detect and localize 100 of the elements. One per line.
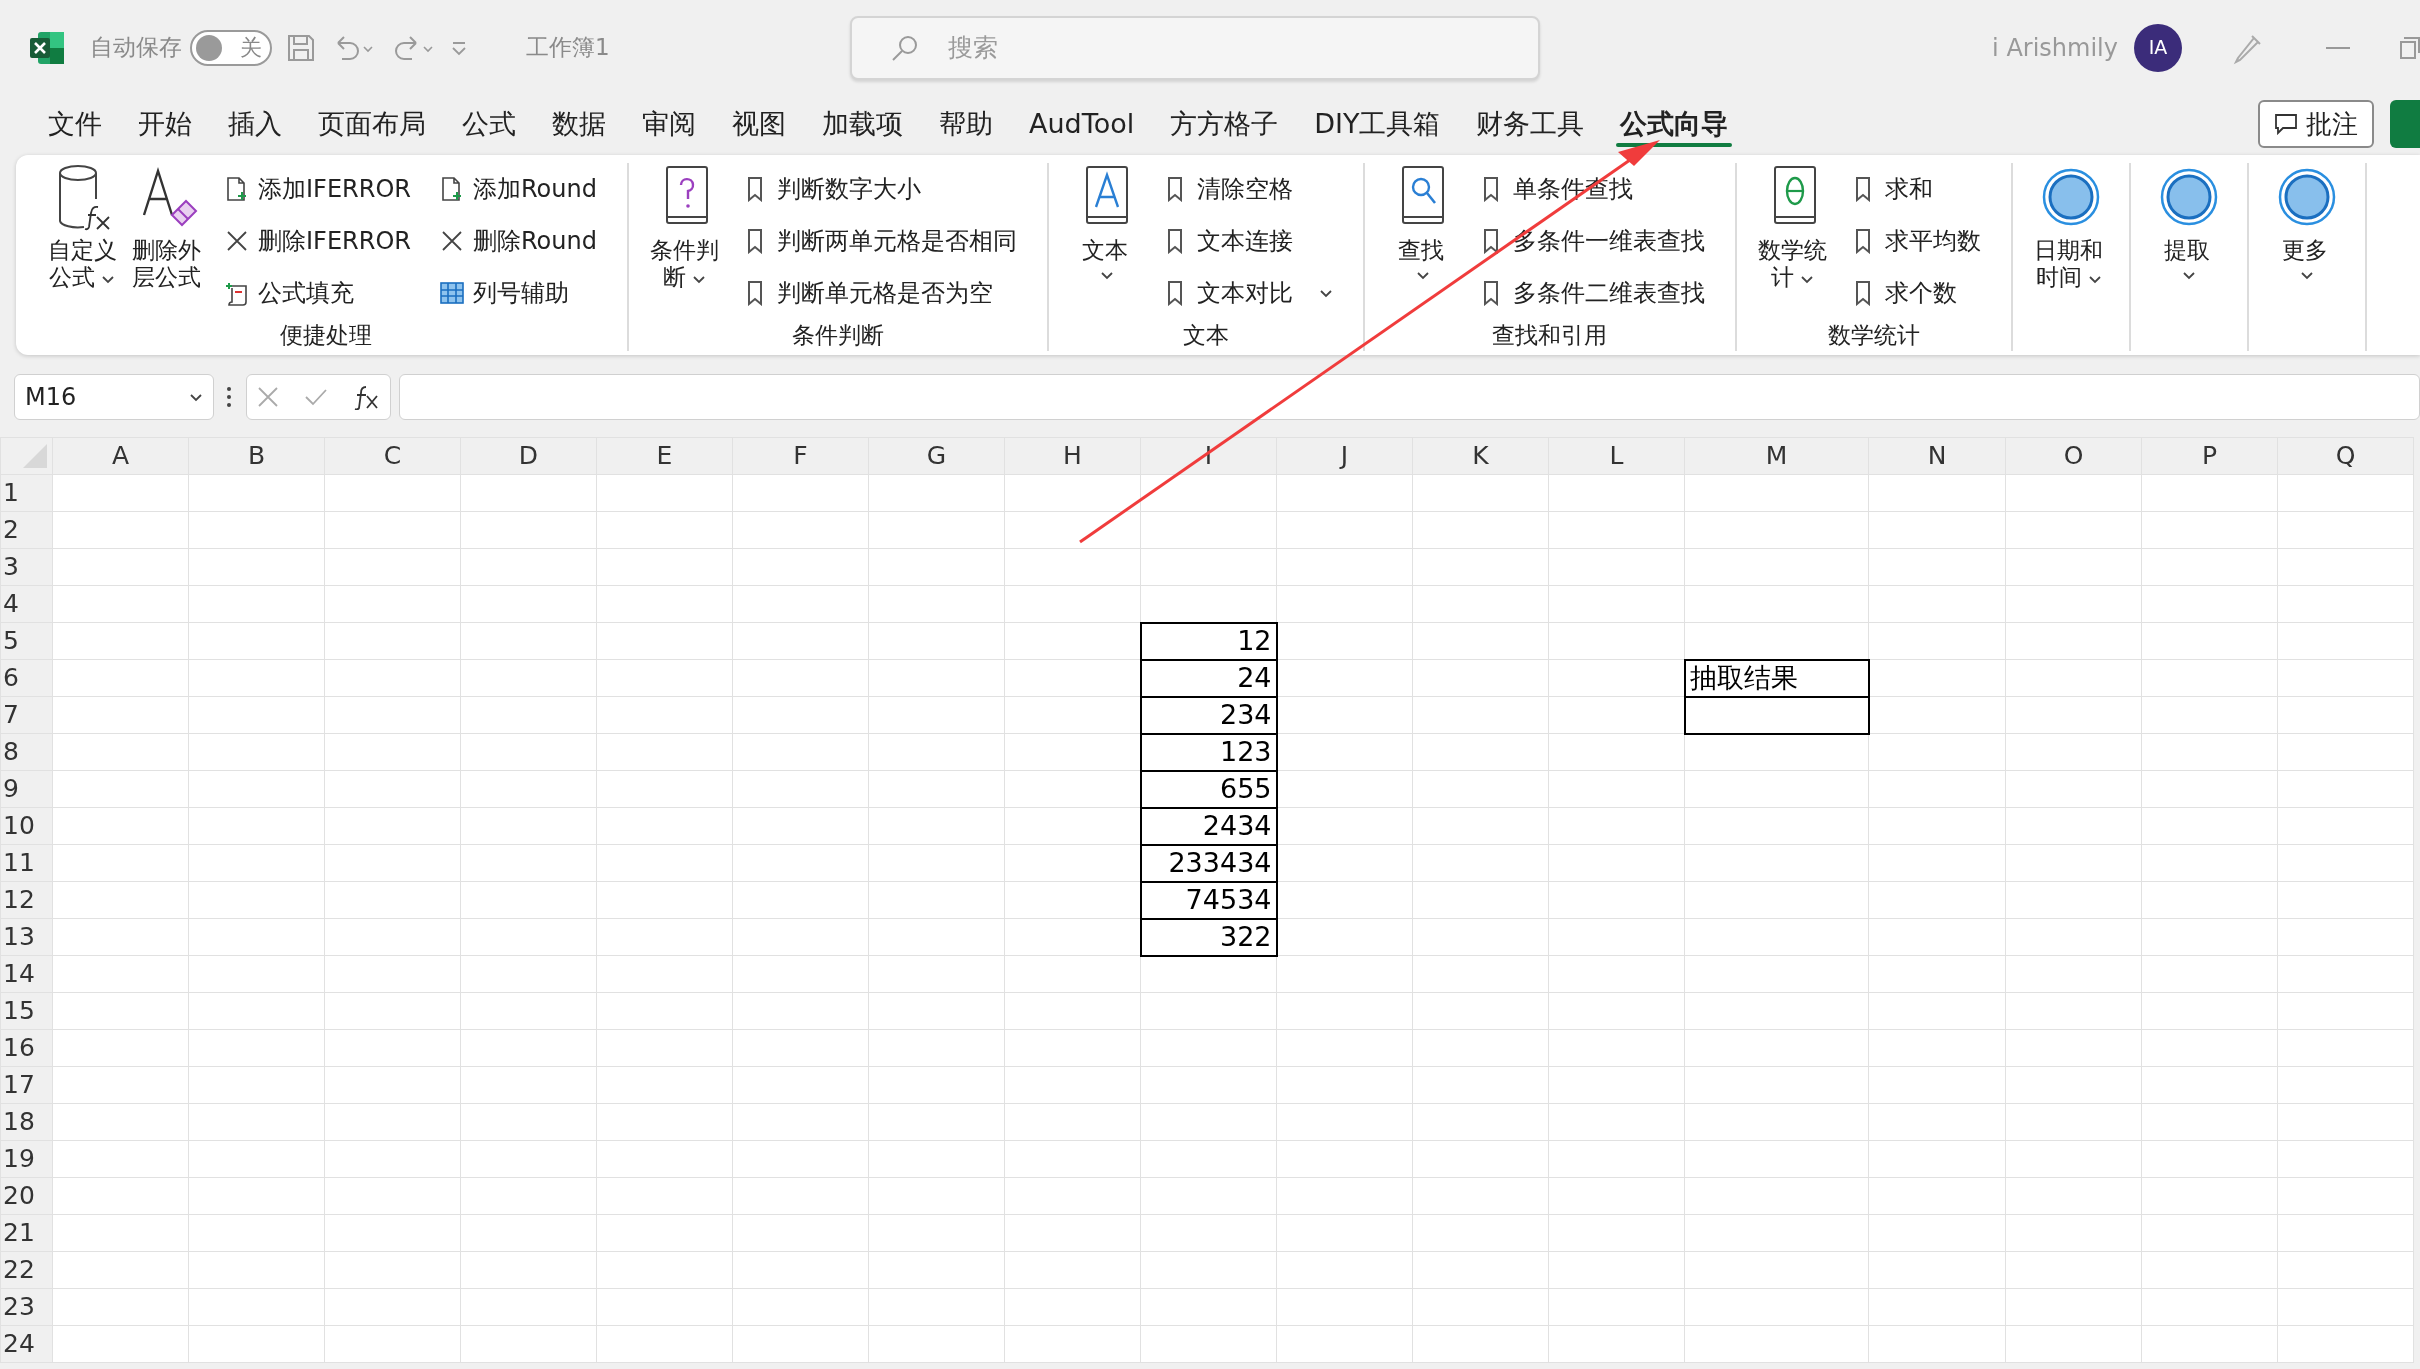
menu-tab[interactable]: 公式 <box>444 95 534 153</box>
column-header[interactable]: J <box>1276 437 1413 475</box>
ribbon-item[interactable]: 求和 <box>1840 163 1991 215</box>
column-header[interactable]: E <box>596 437 733 475</box>
menu-tab[interactable]: 页面布局 <box>300 95 444 153</box>
user-name: i Arishmily <box>1992 32 2118 64</box>
column-header[interactable]: A <box>52 437 189 475</box>
ribbon-item[interactable]: 多条件二维表查找 <box>1468 267 1715 319</box>
column-header[interactable]: B <box>188 437 325 475</box>
menu-tab[interactable]: 视图 <box>714 95 804 153</box>
column-header[interactable]: C <box>324 437 461 475</box>
column-header[interactable]: M <box>1684 437 1869 475</box>
ribbon-button[interactable]: 更多 <box>2274 163 2339 351</box>
menu-tab[interactable]: 财务工具 <box>1458 95 1603 153</box>
table-cell: 233434 <box>1140 844 1277 882</box>
comment-icon <box>2274 113 2298 135</box>
row-header[interactable]: 19 <box>0 1140 53 1178</box>
ribbon-item[interactable]: 列号辅助 <box>428 267 607 319</box>
row-header[interactable]: 21 <box>0 1214 53 1252</box>
ribbon-button[interactable]: 提取 <box>2156 163 2221 351</box>
ribbon-item[interactable]: 添加IFERROR <box>214 163 421 215</box>
cancel-icon[interactable] <box>257 386 279 408</box>
ribbon-item[interactable]: 删除Round <box>428 215 607 267</box>
column-header[interactable]: P <box>2141 437 2278 475</box>
ribbon-item[interactable]: 清除空格 <box>1152 163 1343 215</box>
row-header[interactable]: 5 <box>0 622 53 660</box>
row-header[interactable]: 7 <box>0 696 53 734</box>
group-label: 文本 <box>1181 321 1230 350</box>
ribbon-button[interactable]: 文本 <box>1074 163 1139 319</box>
menu-tab[interactable]: 审阅 <box>624 95 714 153</box>
column-header[interactable]: G <box>868 437 1005 475</box>
row-header[interactable]: 20 <box>0 1177 53 1215</box>
ribbon-item[interactable]: 判断数字大小 <box>732 163 1027 215</box>
column-header[interactable]: K <box>1412 437 1549 475</box>
menu-tab[interactable]: DIY工具箱 <box>1296 95 1459 153</box>
group-label: 查找和引用 <box>1491 321 1609 350</box>
search-field[interactable]: 搜索 <box>849 15 1540 80</box>
menu-tab[interactable]: 方方格子 <box>1152 95 1297 153</box>
name-box[interactable]: M16 <box>14 374 214 420</box>
table-cell: 12 <box>1140 622 1277 660</box>
row-header[interactable]: 9 <box>0 770 53 808</box>
menu-tab[interactable]: AudTool <box>1011 95 1153 153</box>
row-header[interactable]: 11 <box>0 844 53 882</box>
menu-tab[interactable]: 数据 <box>534 95 624 153</box>
row-header[interactable]: 6 <box>0 659 53 697</box>
row-header[interactable]: 24 <box>0 1325 53 1363</box>
menu-tab[interactable]: 公式向导 <box>1602 95 1747 153</box>
row-header[interactable]: 22 <box>0 1251 53 1289</box>
check-icon[interactable] <box>303 387 328 407</box>
row-header[interactable]: 15 <box>0 992 53 1030</box>
group-label: 便捷处理 <box>279 321 374 350</box>
caret-icon <box>189 392 203 402</box>
fx-icon[interactable] <box>352 384 380 410</box>
row-header[interactable]: 23 <box>0 1288 53 1326</box>
excel-logo-icon <box>30 29 66 66</box>
ribbon-item[interactable]: 求平均数 <box>1840 215 1991 267</box>
column-header[interactable]: Q <box>2277 437 2414 475</box>
comment-button[interactable]: 批注 <box>2258 100 2374 148</box>
table-cell: 123 <box>1140 733 1277 771</box>
row-header[interactable]: 16 <box>0 1029 53 1067</box>
menu-tab[interactable]: 插入 <box>210 95 300 153</box>
ribbon-button[interactable]: 查找 <box>1390 163 1455 319</box>
ribbon-item[interactable]: 求个数 <box>1840 267 1991 319</box>
ribbon-item[interactable]: 添加Round <box>428 163 607 215</box>
ribbon-item[interactable]: 删除IFERROR <box>214 215 421 267</box>
autosave-toggle[interactable]: 关 <box>190 29 272 66</box>
column-header[interactable]: L <box>1548 437 1685 475</box>
column-header[interactable]: N <box>1868 437 2006 475</box>
more-icon[interactable] <box>226 386 232 408</box>
row-header[interactable]: 18 <box>0 1103 53 1141</box>
ribbon-button[interactable]: 日期和时间 <box>2038 163 2103 351</box>
minimize-icon[interactable] <box>2326 45 2350 50</box>
ribbon-item[interactable]: 判断单元格是否为空 <box>732 267 1027 319</box>
row-header[interactable]: 10 <box>0 807 53 845</box>
menu-tab[interactable]: 帮助 <box>921 95 1011 153</box>
table-cell: 74534 <box>1140 881 1277 919</box>
formula-input[interactable] <box>399 374 2420 420</box>
row-header[interactable]: 1 <box>0 474 53 512</box>
ribbon-item[interactable]: 文本对比 <box>1152 267 1343 319</box>
ribbon-item[interactable]: 判断两单元格是否相同 <box>732 215 1027 267</box>
row-header[interactable]: 13 <box>0 918 53 956</box>
row-header[interactable]: 17 <box>0 1066 53 1104</box>
row-header[interactable]: 3 <box>0 548 53 586</box>
row-header[interactable]: 4 <box>0 585 53 623</box>
column-header[interactable]: H <box>1004 437 1141 475</box>
row-header[interactable]: 8 <box>0 733 53 771</box>
column-header[interactable]: F <box>732 437 869 475</box>
row-header[interactable]: 14 <box>0 955 53 993</box>
menu-tab[interactable]: 文件 <box>30 95 120 153</box>
ribbon-item[interactable]: 公式填充 <box>214 267 421 319</box>
row-header[interactable]: 2 <box>0 511 53 549</box>
ribbon-item[interactable]: 文本连接 <box>1152 215 1343 267</box>
user-avatar[interactable]: IA <box>2134 23 2182 72</box>
maximize-icon[interactable] <box>2400 36 2420 59</box>
column-header[interactable]: O <box>2005 437 2142 475</box>
row-header[interactable]: 12 <box>0 881 53 919</box>
column-header[interactable]: D <box>460 437 597 475</box>
menu-tab[interactable]: 加载项 <box>804 95 921 153</box>
save-icon[interactable] <box>286 32 316 63</box>
menu-tab[interactable]: 开始 <box>120 95 210 153</box>
